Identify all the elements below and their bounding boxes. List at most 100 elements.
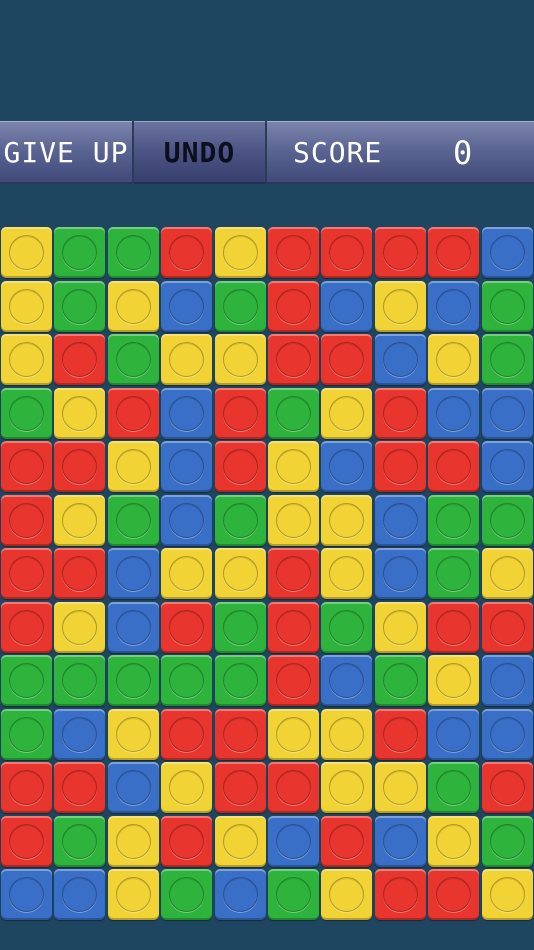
tile-blue[interactable]	[375, 495, 426, 546]
tile-red[interactable]	[268, 655, 319, 706]
tile-blue[interactable]	[428, 388, 479, 439]
tile-red[interactable]	[482, 762, 533, 813]
tile-yellow[interactable]	[482, 869, 533, 920]
tile-red[interactable]	[428, 441, 479, 492]
tile-blue[interactable]	[428, 281, 479, 332]
tile-red[interactable]	[1, 441, 52, 492]
tile-yellow[interactable]	[321, 762, 372, 813]
tile-yellow[interactable]	[54, 495, 105, 546]
tile-blue[interactable]	[54, 709, 105, 760]
tile-yellow[interactable]	[108, 441, 159, 492]
tile-blue[interactable]	[375, 548, 426, 599]
tile-green[interactable]	[428, 548, 479, 599]
tile-red[interactable]	[1, 602, 52, 653]
tile-green[interactable]	[54, 227, 105, 278]
tile-yellow[interactable]	[268, 709, 319, 760]
tile-green[interactable]	[268, 869, 319, 920]
tile-red[interactable]	[375, 709, 426, 760]
undo-button[interactable]: UNDO	[134, 121, 265, 184]
tile-blue[interactable]	[108, 602, 159, 653]
tile-yellow[interactable]	[428, 334, 479, 385]
tile-blue[interactable]	[215, 869, 266, 920]
tile-blue[interactable]	[321, 655, 372, 706]
tile-yellow[interactable]	[108, 869, 159, 920]
tile-green[interactable]	[161, 869, 212, 920]
tile-green[interactable]	[428, 495, 479, 546]
tile-red[interactable]	[321, 816, 372, 867]
tile-red[interactable]	[1, 495, 52, 546]
tile-green[interactable]	[1, 709, 52, 760]
tile-yellow[interactable]	[321, 709, 372, 760]
tile-blue[interactable]	[161, 281, 212, 332]
tile-red[interactable]	[108, 388, 159, 439]
tile-yellow[interactable]	[161, 548, 212, 599]
tile-red[interactable]	[215, 388, 266, 439]
tile-blue[interactable]	[161, 388, 212, 439]
tile-yellow[interactable]	[375, 602, 426, 653]
tile-yellow[interactable]	[428, 816, 479, 867]
tile-red[interactable]	[428, 869, 479, 920]
tile-yellow[interactable]	[215, 816, 266, 867]
tile-green[interactable]	[321, 602, 372, 653]
tile-blue[interactable]	[375, 816, 426, 867]
tile-yellow[interactable]	[1, 281, 52, 332]
tile-red[interactable]	[1, 762, 52, 813]
tile-yellow[interactable]	[321, 548, 372, 599]
tile-yellow[interactable]	[375, 762, 426, 813]
tile-red[interactable]	[215, 762, 266, 813]
tile-red[interactable]	[1, 816, 52, 867]
tile-yellow[interactable]	[108, 816, 159, 867]
tile-yellow[interactable]	[161, 334, 212, 385]
tile-blue[interactable]	[321, 441, 372, 492]
tile-red[interactable]	[161, 709, 212, 760]
tile-green[interactable]	[215, 655, 266, 706]
tile-red[interactable]	[161, 602, 212, 653]
tile-green[interactable]	[54, 281, 105, 332]
tile-red[interactable]	[375, 869, 426, 920]
tile-green[interactable]	[215, 281, 266, 332]
tile-red[interactable]	[161, 816, 212, 867]
tile-red[interactable]	[375, 388, 426, 439]
tile-blue[interactable]	[268, 816, 319, 867]
tile-red[interactable]	[268, 227, 319, 278]
tile-blue[interactable]	[54, 869, 105, 920]
tile-green[interactable]	[268, 388, 319, 439]
tile-green[interactable]	[215, 495, 266, 546]
tile-blue[interactable]	[375, 334, 426, 385]
tile-blue[interactable]	[161, 441, 212, 492]
tile-yellow[interactable]	[1, 334, 52, 385]
tile-yellow[interactable]	[428, 655, 479, 706]
tile-yellow[interactable]	[108, 281, 159, 332]
tile-green[interactable]	[161, 655, 212, 706]
tile-green[interactable]	[482, 495, 533, 546]
tile-blue[interactable]	[482, 227, 533, 278]
tile-yellow[interactable]	[268, 441, 319, 492]
tile-green[interactable]	[215, 602, 266, 653]
tile-yellow[interactable]	[321, 495, 372, 546]
tile-yellow[interactable]	[54, 388, 105, 439]
tile-green[interactable]	[54, 655, 105, 706]
tile-blue[interactable]	[108, 548, 159, 599]
tile-red[interactable]	[268, 548, 319, 599]
tile-green[interactable]	[375, 655, 426, 706]
tile-yellow[interactable]	[321, 869, 372, 920]
tile-green[interactable]	[1, 388, 52, 439]
tile-red[interactable]	[482, 602, 533, 653]
tile-red[interactable]	[54, 441, 105, 492]
tile-green[interactable]	[482, 281, 533, 332]
tile-red[interactable]	[268, 762, 319, 813]
tile-yellow[interactable]	[1, 227, 52, 278]
tile-red[interactable]	[268, 281, 319, 332]
tile-blue[interactable]	[161, 495, 212, 546]
tile-yellow[interactable]	[215, 227, 266, 278]
tile-red[interactable]	[215, 441, 266, 492]
tile-yellow[interactable]	[215, 334, 266, 385]
tile-blue[interactable]	[482, 709, 533, 760]
tile-yellow[interactable]	[268, 495, 319, 546]
tile-red[interactable]	[268, 334, 319, 385]
tile-blue[interactable]	[1, 869, 52, 920]
tile-blue[interactable]	[108, 762, 159, 813]
tile-red[interactable]	[215, 709, 266, 760]
tile-red[interactable]	[375, 441, 426, 492]
tile-green[interactable]	[482, 334, 533, 385]
